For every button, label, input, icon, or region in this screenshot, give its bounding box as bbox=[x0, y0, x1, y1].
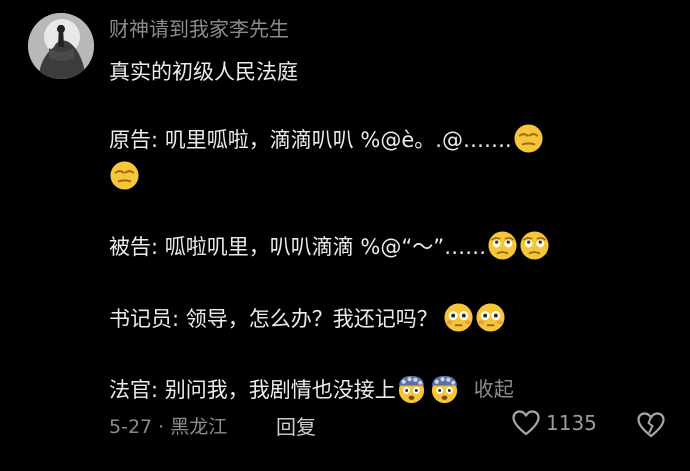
plaintiff-emoji-wrap bbox=[109, 160, 140, 191]
avatar-image bbox=[28, 13, 94, 79]
like-count: 1135 bbox=[546, 411, 597, 435]
flushed-face-icon bbox=[444, 303, 473, 332]
plaintiff-text: 原告: 叽里呱啦，滴滴叭叭 %@è。.@……. bbox=[109, 128, 512, 152]
reply-button[interactable]: 回复 bbox=[276, 414, 316, 440]
smirk-face-icon bbox=[110, 161, 139, 190]
judge-text: 法官: 别问我，我剧情也没接上 bbox=[109, 378, 396, 402]
like-button[interactable]: 1135 bbox=[512, 410, 597, 436]
avatar[interactable] bbox=[28, 13, 94, 79]
plaintiff-line: 原告: 叽里呱啦，滴滴叭叭 %@è。.@……. bbox=[109, 123, 544, 154]
defendant-text: 被告: 呱啦叽里，叭叭滴滴 %@“～”…… bbox=[109, 235, 487, 259]
broken-heart-icon bbox=[637, 412, 665, 438]
flushed-face-icon bbox=[476, 303, 505, 332]
username[interactable]: 财神请到我家李先生 bbox=[109, 17, 289, 41]
date-location: 5-27 · 黑龙江 bbox=[109, 416, 228, 438]
comment-title: 真实的初级人民法庭 bbox=[109, 60, 298, 84]
judge-line: 法官: 别问我，我剧情也没接上 收起 bbox=[109, 373, 514, 404]
defendant-line: 被告: 呱啦叽里，叭叭滴滴 %@“～”…… bbox=[109, 230, 550, 261]
rolling-eyes-face-icon bbox=[520, 231, 549, 260]
smirk-face-icon bbox=[514, 124, 543, 153]
dislike-button[interactable] bbox=[637, 412, 665, 442]
exploding-head-face-icon bbox=[431, 375, 457, 404]
heart-outline-icon bbox=[512, 410, 540, 436]
exploding-head-face-icon bbox=[398, 375, 424, 404]
clerk-text: 书记员: 领导，怎么办？我还记吗？ bbox=[109, 307, 438, 331]
rolling-eyes-face-icon bbox=[488, 231, 517, 260]
collapse-button[interactable]: 收起 bbox=[474, 377, 514, 401]
clerk-line: 书记员: 领导，怎么办？我还记吗？ bbox=[109, 302, 506, 333]
